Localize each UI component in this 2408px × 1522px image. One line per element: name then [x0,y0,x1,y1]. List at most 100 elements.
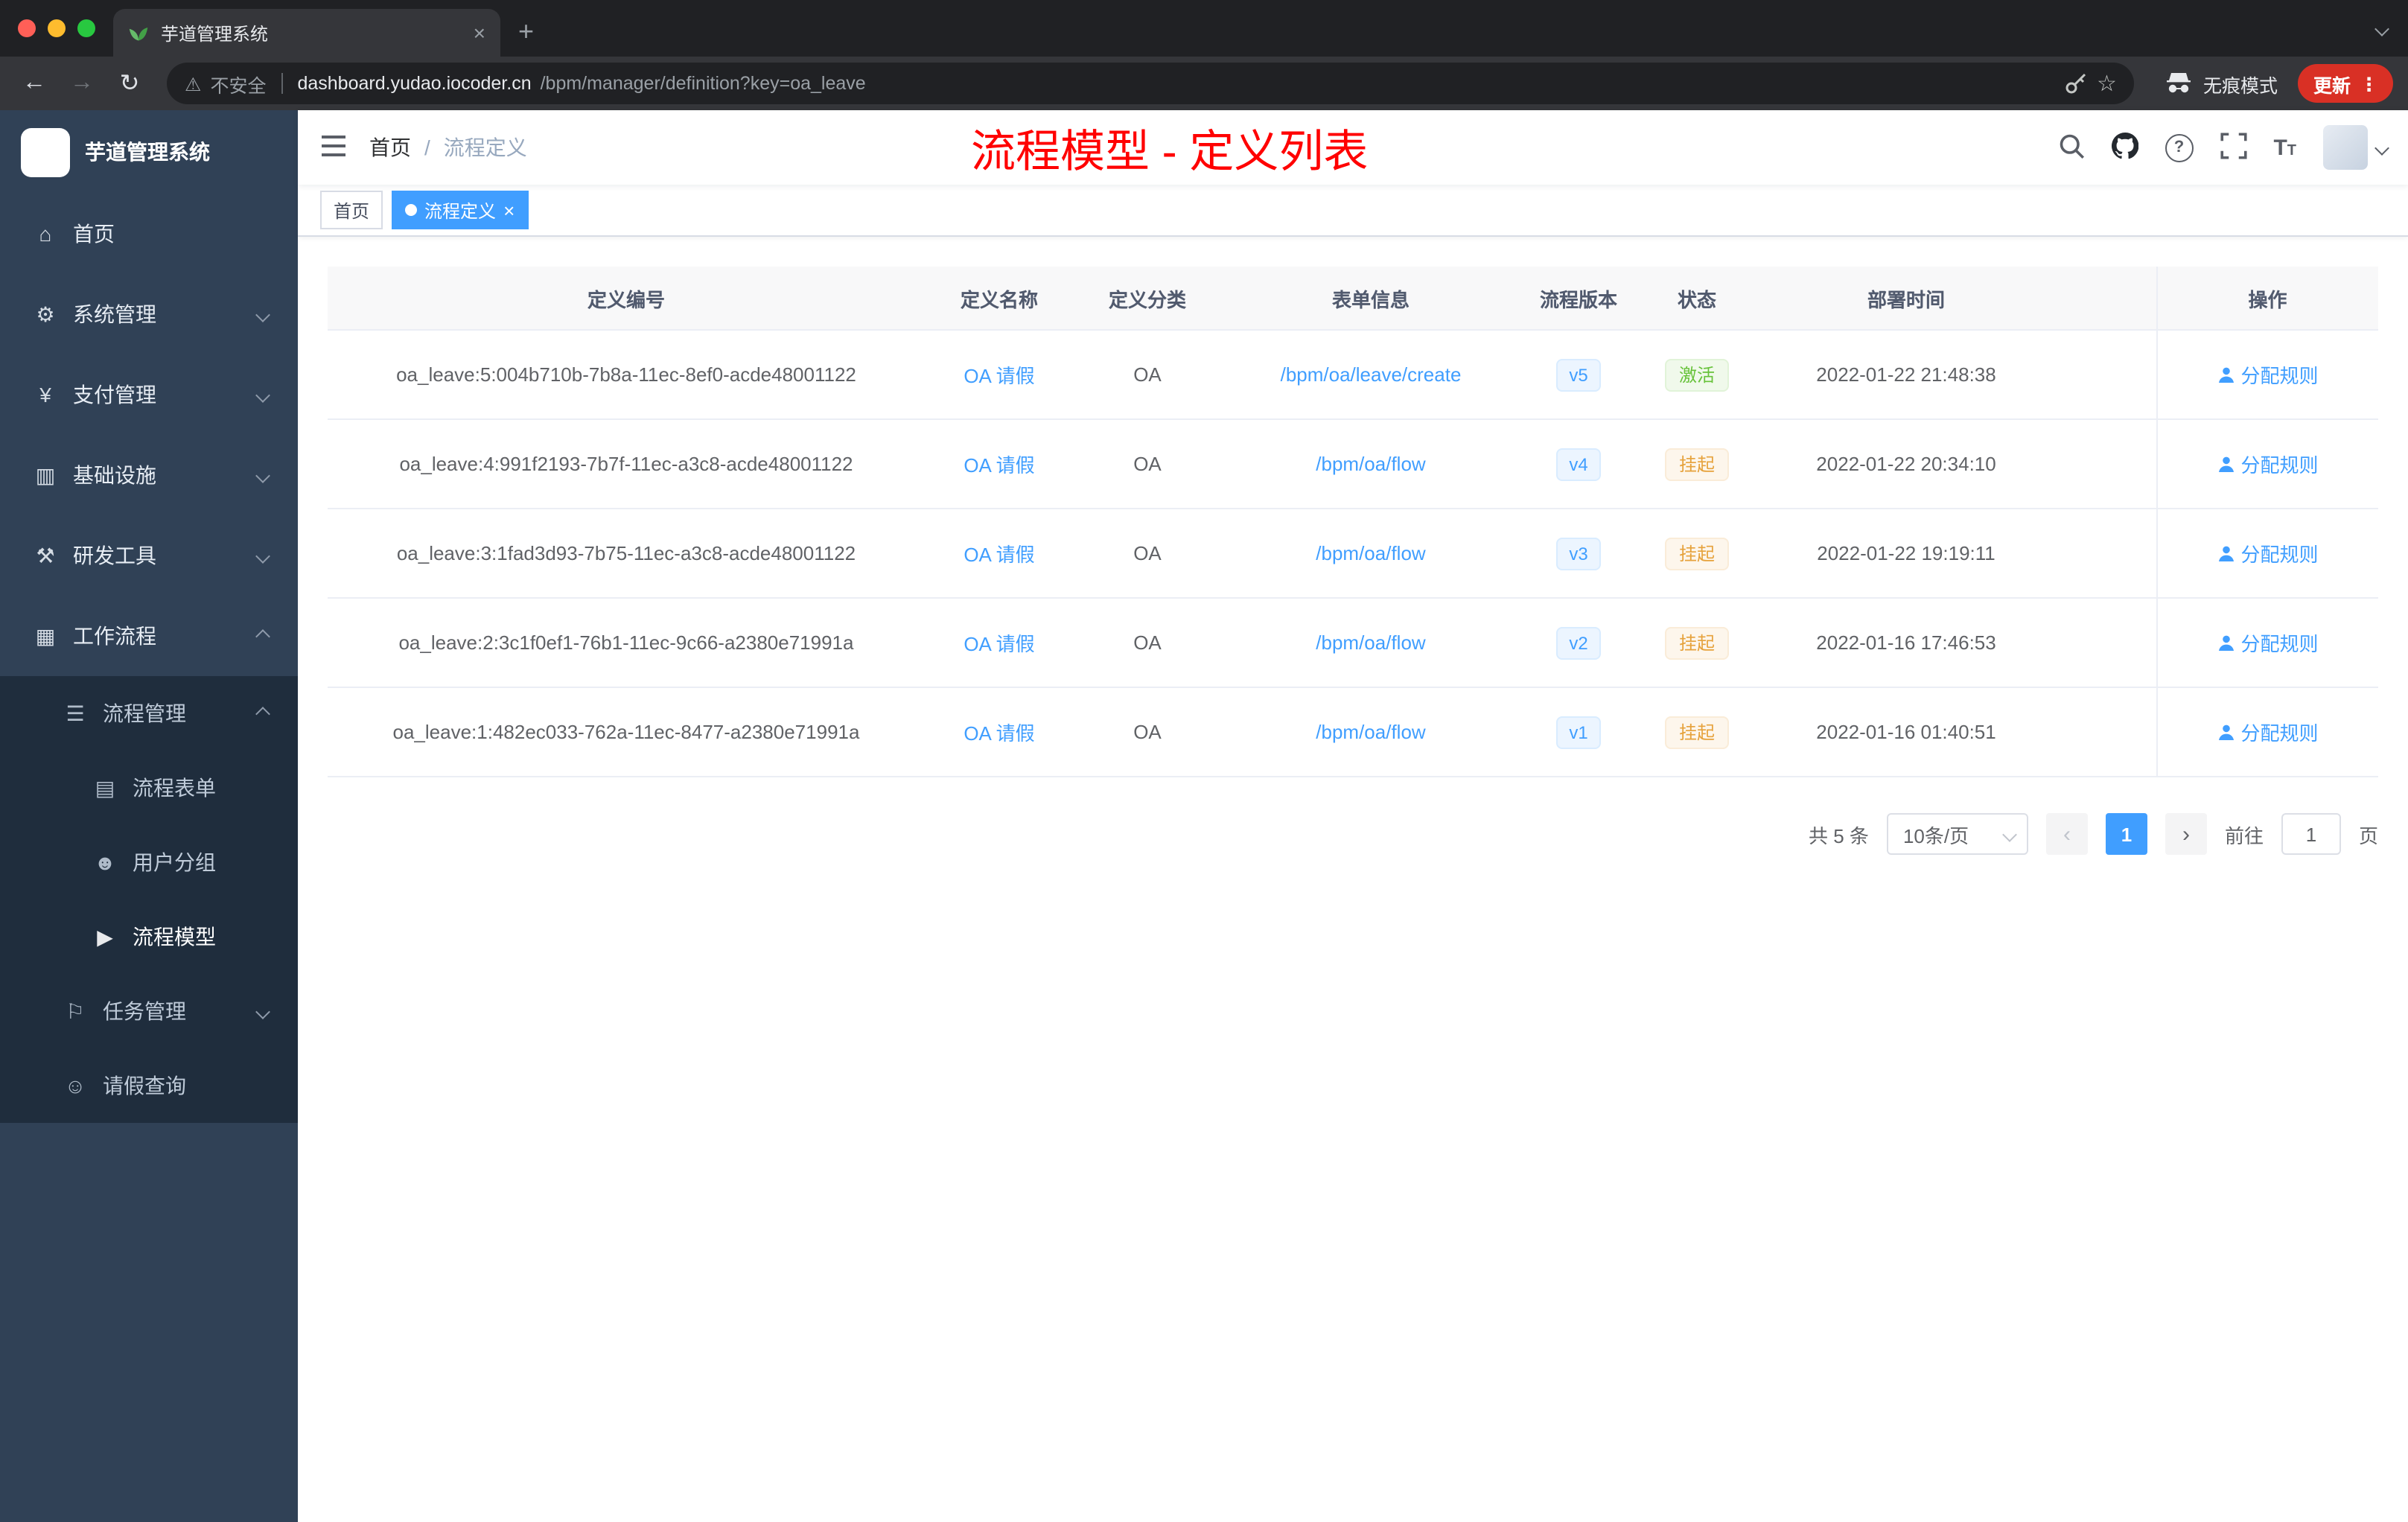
tag-dot [405,204,418,216]
definition-name-link[interactable]: OA 请假 [963,633,1034,655]
col-actions: 操作 [2156,267,2378,331]
form-info-link[interactable]: /bpm/oa/flow [1316,721,1425,743]
help-icon[interactable]: ? [2165,133,2194,162]
browser-update-button[interactable]: 更新 ⋮ [2298,64,2393,103]
bookmark-star-icon[interactable]: ☆ [2097,70,2117,97]
next-page-button[interactable]: › [2165,813,2207,855]
tools-icon: ⚒ [36,543,55,567]
workflow-submenu: ☰ 流程管理 ▤ 流程表单 ☻ 用户分组 ▶ 流程模型 ⚐ 任务管理 ☺ 请假查… [0,676,298,1123]
definition-name-link[interactable]: OA 请假 [963,365,1034,387]
version-badge: v4 [1555,448,1602,480]
form-info-link[interactable]: /bpm/oa/flow [1316,453,1425,475]
browser-menu-icon[interactable]: ⋮ [2360,72,2378,95]
sidebar-item-label: 基础设施 [73,463,156,487]
definition-id: oa_leave:2:3c1f0ef1-76b1-11ec-9c66-a2380… [328,598,925,688]
table-row: oa_leave:4:991f2193-7b7f-11ec-a3c8-acde4… [328,419,2378,509]
page-size-select[interactable]: 10条/页 [1886,813,2028,855]
zoom-window-button[interactable] [77,19,95,37]
form-info-link[interactable]: /bpm/oa/leave/create [1281,363,1462,386]
yen-icon: ¥ [39,383,51,407]
tag-label: 首页 [334,200,370,221]
chevron-down-icon [2374,140,2389,155]
process-list-icon: ☰ [66,701,85,725]
table-row: oa_leave:1:482ec033-762a-11ec-8477-a2380… [328,687,2378,777]
tab-search-chevron-icon[interactable] [2374,16,2389,39]
sidebar-item-label: 首页 [73,222,115,246]
sidebar-item-process-management[interactable]: ☰ 流程管理 [0,676,298,751]
assign-rule-button[interactable]: 分配规则 [2217,718,2319,746]
github-icon[interactable] [2111,131,2138,163]
sidebar-item-label: 用户分组 [133,850,216,874]
sidebar-item-process-forms[interactable]: ▤ 流程表单 [0,751,298,825]
definition-name-link[interactable]: OA 请假 [963,544,1034,566]
security-label[interactable]: 不安全 [210,69,266,98]
assign-rule-button[interactable]: 分配规则 [2217,450,2319,478]
hamburger-icon[interactable] [298,133,369,162]
forward-button[interactable]: → [63,70,101,97]
close-window-button[interactable] [18,19,36,37]
incognito-badge: 无痕模式 [2165,69,2278,98]
definition-id: oa_leave:3:1fad3d93-7b75-11ec-a3c8-acde4… [328,509,925,599]
chevron-down-icon [255,1004,270,1019]
top-navbar: 首页 / 流程定义 流程模型 - 定义列表 ? TT [298,110,2408,185]
assign-rule-button[interactable]: 分配规则 [2217,360,2319,389]
user-menu[interactable] [2323,125,2389,170]
tag-process-definition[interactable]: 流程定义 × [392,191,529,229]
breadcrumb-separator: / [424,136,430,159]
sidebar-item-payment-management[interactable]: ¥ 支付管理 [0,354,298,435]
form-icon: ▤ [95,775,115,799]
url-path: /bpm/manager/definition?key=oa_leave [540,73,866,94]
new-tab-button[interactable]: + [500,16,555,57]
col-definition-name: 定义名称 [925,267,1074,331]
sidebar-item-user-groups[interactable]: ☻ 用户分组 [0,825,298,899]
address-bar[interactable]: ⚠ 不安全 dashboard.yudao.iocoder.cn/bpm/man… [167,63,2135,104]
col-form-info: 表单信息 [1221,267,1520,331]
assign-rule-button[interactable]: 分配规则 [2217,539,2319,567]
sidebar-item-system-management[interactable]: ⚙ 系统管理 [0,274,298,354]
incognito-icon [2167,73,2191,93]
minimize-window-button[interactable] [48,19,66,37]
browser-tab[interactable]: 芋道管理系统 × [113,9,500,57]
definition-name-link[interactable]: OA 请假 [963,454,1034,477]
password-key-icon[interactable] [2064,71,2088,95]
sidebar-item-task-management[interactable]: ⚐ 任务管理 [0,974,298,1048]
tag-close-icon[interactable]: × [503,199,515,221]
chevron-up-icon [255,628,270,643]
col-filler [2055,267,2156,331]
sidebar-item-workflow[interactable]: ▦ 工作流程 [0,596,298,676]
sidebar-item-infrastructure[interactable]: ▥ 基础设施 [0,435,298,515]
definition-name-link[interactable]: OA 请假 [963,722,1034,745]
font-size-icon[interactable]: TT [2273,135,2296,160]
window-controls [18,19,95,37]
assign-rule-button[interactable]: 分配规则 [2217,628,2319,657]
gear-icon: ⚙ [36,302,55,325]
sidebar-item-home[interactable]: ⌂ 首页 [0,194,298,274]
prev-page-button[interactable]: ‹ [2045,813,2088,855]
goto-page-input[interactable] [2281,813,2341,855]
avatar[interactable] [2323,125,2368,170]
sidebar-item-dev-tools[interactable]: ⚒ 研发工具 [0,515,298,596]
sidebar-item-leave-query[interactable]: ☺ 请假查询 [0,1048,298,1123]
fullscreen-icon[interactable] [2220,132,2246,163]
person-icon [2218,366,2234,382]
sidebar-item-process-models[interactable]: ▶ 流程模型 [0,899,298,974]
tab-close-icon[interactable]: × [474,21,485,45]
breadcrumb-home[interactable]: 首页 [369,133,411,162]
col-process-version: 流程版本 [1520,267,1637,331]
tab-title: 芋道管理系统 [161,23,269,44]
search-icon[interactable] [2057,132,2084,163]
sidebar-logo[interactable]: 芋道管理系统 [0,110,298,194]
tag-home[interactable]: 首页 [320,191,383,229]
version-badge: v3 [1555,537,1602,570]
paper-plane-icon: ▶ [97,924,113,948]
reload-button[interactable]: ↻ [110,69,149,98]
back-button[interactable]: ← [15,70,54,97]
definition-category: OA [1074,598,1221,688]
chevron-up-icon [255,706,270,721]
user-group-icon: ☻ [94,850,116,874]
form-info-link[interactable]: /bpm/oa/flow [1316,542,1425,564]
page-number-1[interactable]: 1 [2105,813,2147,855]
form-info-link[interactable]: /bpm/oa/flow [1316,631,1425,654]
incognito-label: 无痕模式 [2202,75,2278,96]
deploy-time: 2022-01-22 21:48:38 [1757,330,2055,420]
